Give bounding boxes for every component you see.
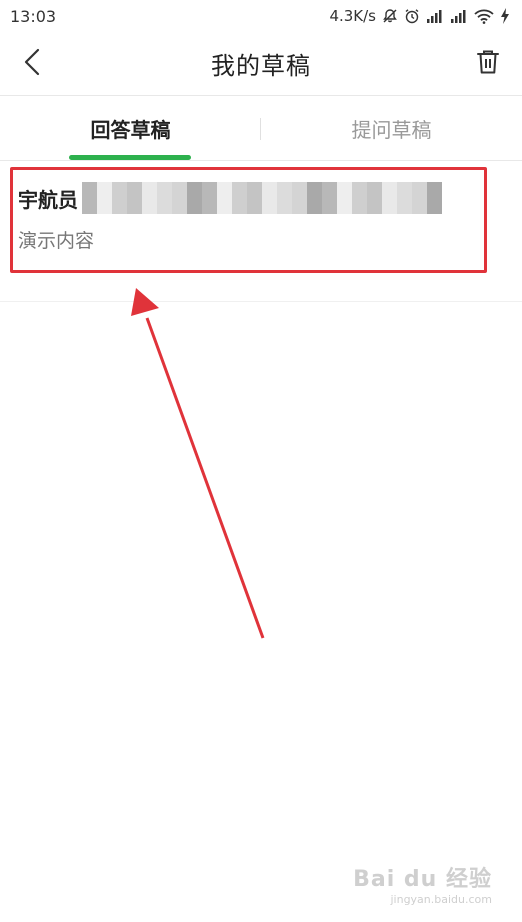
page-title: 我的草稿 [211,51,311,80]
delete-button[interactable] [470,44,506,80]
watermark-brand: Bai du 经验 [353,867,492,892]
tab-separator [260,118,261,140]
signal-icon [450,9,468,23]
back-chevron-icon [24,48,40,76]
network-speed: 4.3K/s [329,7,376,25]
status-time: 13:03 [10,6,57,26]
annotation-highlight-box [10,167,487,273]
trash-icon [477,50,499,74]
tabs-divider [0,160,522,161]
app-header: 我的草稿 [0,32,522,94]
back-button[interactable] [14,44,50,80]
mute-bell-icon [382,8,398,24]
watermark-url: jingyan.baidu.com [390,893,492,906]
status-bar: 13:03 4.3K/s [0,0,522,32]
tab-question-drafts[interactable]: 提问草稿 [261,96,522,160]
baidu-jingyan-watermark: Bai du 经验 jingyan.baidu.com [353,861,492,906]
tab-answer-drafts[interactable]: 回答草稿 [0,96,261,160]
alarm-icon [404,8,420,24]
charging-icon [500,8,510,24]
draft-tabs: 回答草稿 提问草稿 [0,96,522,160]
wifi-icon [474,9,494,24]
signal-icon [426,9,444,23]
status-icons: 4.3K/s [329,7,510,25]
